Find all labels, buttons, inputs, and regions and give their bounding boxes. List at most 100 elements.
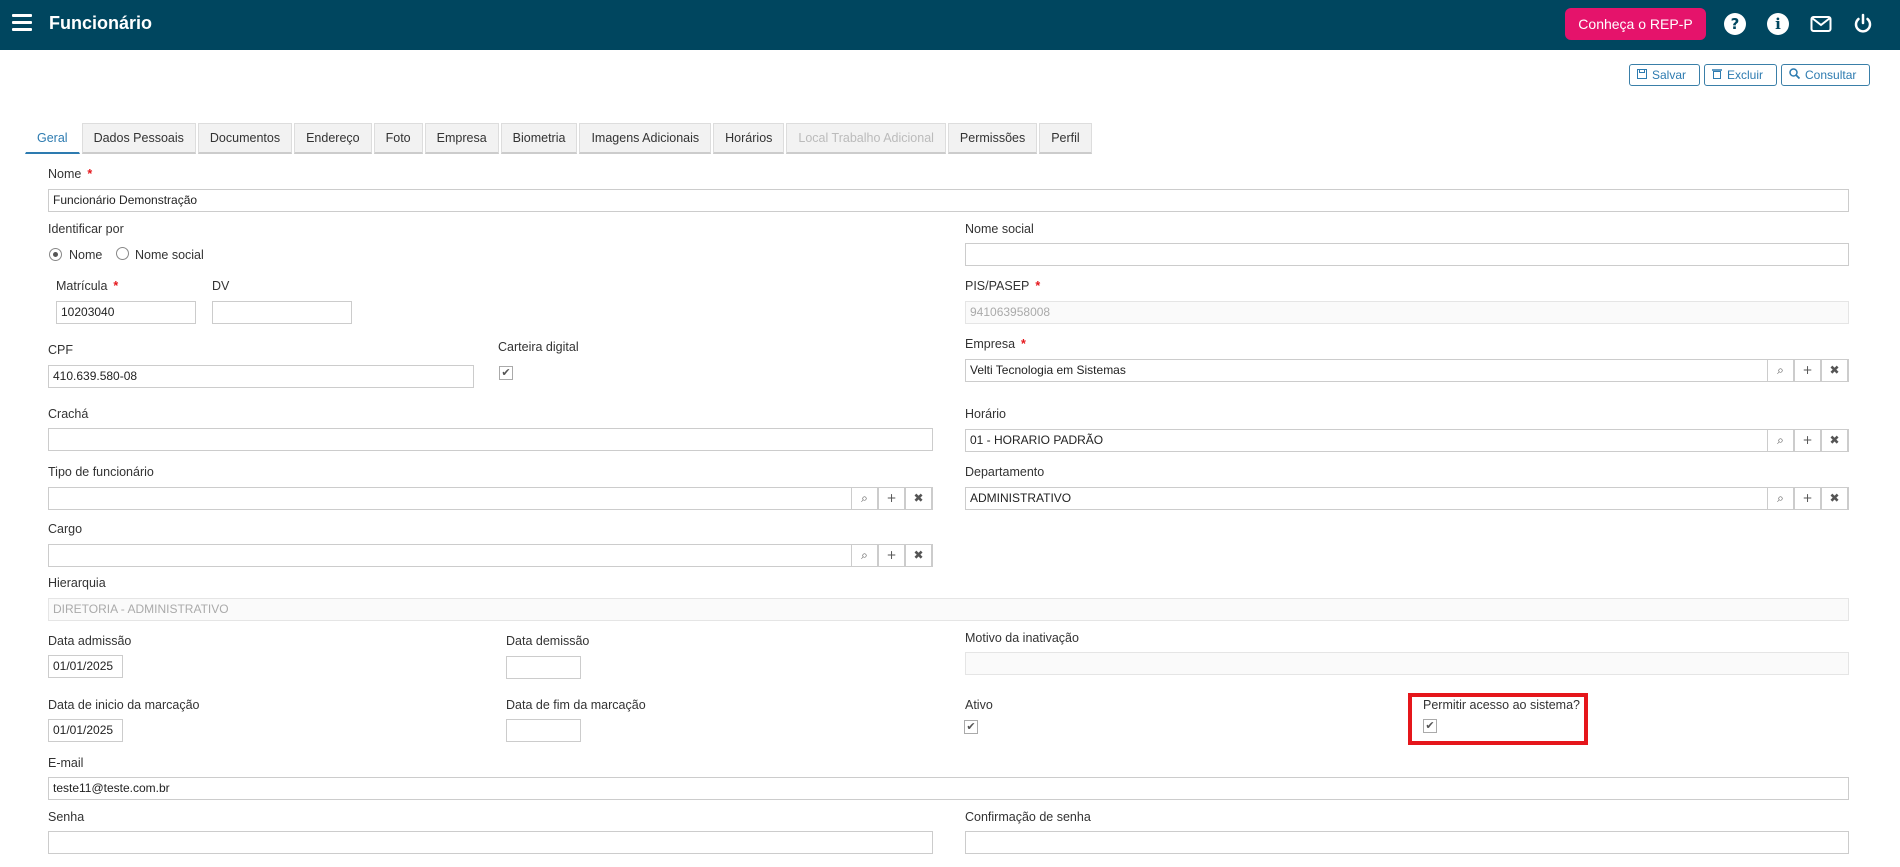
tab-permissoes[interactable]: Permissões	[947, 123, 1038, 154]
tab-dados-pessoais[interactable]: Dados Pessoais	[81, 123, 196, 154]
nome-social-field[interactable]	[965, 243, 1849, 266]
data-demissao-label: Data demissão	[506, 634, 590, 648]
floppy-icon	[1637, 68, 1647, 82]
plus-icon[interactable]: +	[878, 487, 905, 510]
search-button[interactable]: Consultar	[1781, 64, 1870, 86]
search-icon[interactable]: ⌕	[1767, 487, 1794, 510]
tab-geral[interactable]: Geral	[25, 123, 80, 154]
save-button[interactable]: Salvar	[1629, 64, 1700, 86]
top-bar: Funcionário Conheça o REP-P ? i	[0, 0, 1900, 50]
data-fim-marcacao-field[interactable]	[506, 719, 581, 742]
data-demissao-field[interactable]	[506, 656, 581, 679]
cargo-field[interactable]: ⌕ + ✖	[48, 544, 933, 567]
envelope-icon[interactable]	[1810, 13, 1832, 35]
radio-nome-social[interactable]	[116, 247, 129, 260]
tab-biometria[interactable]: Biometria	[500, 123, 578, 154]
nome-label: Nome *	[48, 167, 93, 181]
matricula-field[interactable]: 10203040	[56, 301, 196, 324]
hierarquia-field[interactable]: DIRETORIA - ADMINISTRATIVO	[48, 598, 1849, 621]
cracha-label: Crachá	[48, 407, 89, 421]
departamento-field[interactable]: ADMINISTRATIVO ⌕ + ✖	[965, 487, 1849, 510]
page-title: Funcionário	[49, 13, 152, 33]
close-icon[interactable]: ✖	[1821, 487, 1848, 510]
radio-nome[interactable]	[49, 248, 62, 261]
info-icon[interactable]: i	[1767, 13, 1789, 35]
tab-foto[interactable]: Foto	[373, 123, 423, 154]
hierarquia-label: Hierarquia	[48, 576, 106, 590]
plus-icon[interactable]: +	[1794, 429, 1821, 452]
identificar-por-label: Identificar por	[48, 222, 124, 236]
close-icon[interactable]: ✖	[905, 487, 932, 510]
nome-social-label: Nome social	[965, 222, 1034, 236]
tipo-funcionario-label: Tipo de funcionário	[48, 465, 154, 479]
plus-icon[interactable]: +	[1794, 487, 1821, 510]
ativo-checkbox[interactable]: ✔	[964, 720, 978, 734]
tab-endereco[interactable]: Endereço	[294, 123, 372, 154]
nome-field[interactable]: Funcionário Demonstração	[48, 189, 1849, 212]
senha-label: Senha	[48, 810, 85, 824]
delete-button[interactable]: Excluir	[1704, 64, 1777, 86]
save-label: Salvar	[1652, 68, 1687, 82]
search-icon[interactable]: ⌕	[851, 544, 878, 567]
tab-empresa[interactable]: Empresa	[424, 123, 499, 154]
highlight-box	[1408, 693, 1588, 745]
search-icon[interactable]: ⌕	[1767, 359, 1794, 382]
radio-nome-social-label: Nome social	[135, 248, 204, 262]
tab-local-trabalho-adicional: Local Trabalho Adicional	[786, 123, 946, 154]
motivo-inativacao-label: Motivo da inativação	[965, 631, 1079, 645]
departamento-value: ADMINISTRATIVO	[970, 491, 1072, 505]
data-admissao-label: Data admissão	[48, 634, 132, 648]
data-fim-marcacao-label: Data de fim da marcação	[506, 698, 646, 712]
tab-bar: Geral Dados Pessoais Documentos Endereço…	[25, 122, 1094, 154]
email-label: E-mail	[48, 756, 84, 770]
rep-p-button[interactable]: Conheça o REP-P	[1565, 8, 1706, 40]
pis-label: PIS/PASEP *	[965, 279, 1041, 293]
horario-value: 01 - HORARIO PADRÃO	[970, 433, 1104, 447]
hamburger-menu-icon[interactable]	[12, 14, 32, 32]
dv-label: DV	[212, 279, 230, 293]
matricula-label: Matrícula *	[56, 279, 119, 293]
confirmacao-senha-field[interactable]	[965, 831, 1849, 854]
radio-nome-label: Nome	[69, 248, 103, 262]
plus-icon[interactable]: +	[1794, 359, 1821, 382]
close-icon[interactable]: ✖	[905, 544, 932, 567]
email-field[interactable]: teste11@teste.com.br	[48, 777, 1849, 800]
close-icon[interactable]: ✖	[1821, 359, 1848, 382]
senha-field[interactable]	[48, 831, 933, 854]
tipo-funcionario-field[interactable]: ⌕ + ✖	[48, 487, 933, 510]
data-admissao-field[interactable]: 01/01/2025	[48, 655, 123, 678]
pis-field[interactable]: 941063958008	[965, 301, 1849, 324]
question-icon[interactable]: ?	[1724, 13, 1746, 35]
ativo-label: Ativo	[965, 698, 993, 712]
search-icon	[1789, 68, 1801, 82]
departamento-label: Departamento	[965, 465, 1045, 479]
tab-imagens-adicionais[interactable]: Imagens Adicionais	[579, 123, 712, 154]
power-icon[interactable]	[1852, 13, 1874, 35]
plus-icon[interactable]: +	[878, 544, 905, 567]
cracha-field[interactable]	[48, 428, 933, 451]
search-icon[interactable]: ⌕	[1767, 429, 1794, 452]
data-inicio-marcacao-field[interactable]: 01/01/2025	[48, 719, 123, 742]
tab-horarios[interactable]: Horários	[713, 123, 785, 154]
cpf-label: CPF	[48, 343, 73, 357]
delete-label: Excluir	[1727, 68, 1764, 82]
trash-icon	[1712, 68, 1722, 82]
carteira-digital-label: Carteira digital	[498, 340, 579, 354]
dv-field[interactable]	[212, 301, 352, 324]
search-label: Consultar	[1805, 68, 1857, 82]
tab-documentos[interactable]: Documentos	[197, 123, 293, 154]
tab-perfil[interactable]: Perfil	[1039, 123, 1092, 154]
motivo-inativacao-field[interactable]	[965, 652, 1849, 675]
cpf-field[interactable]: 410.639.580-08	[48, 365, 474, 388]
horario-field[interactable]: 01 - HORARIO PADRÃO ⌕ + ✖	[965, 429, 1849, 452]
close-icon[interactable]: ✖	[1821, 429, 1848, 452]
empresa-label: Empresa *	[965, 337, 1026, 351]
empresa-field[interactable]: Velti Tecnologia em Sistemas ⌕ + ✖	[965, 359, 1849, 382]
horario-label: Horário	[965, 407, 1006, 421]
cargo-label: Cargo	[48, 522, 83, 536]
carteira-digital-checkbox[interactable]: ✔	[499, 366, 513, 380]
confirmacao-senha-label: Confirmação de senha	[965, 810, 1091, 824]
search-icon[interactable]: ⌕	[851, 487, 878, 510]
data-inicio-marcacao-label: Data de inicio da marcação	[48, 698, 200, 712]
empresa-value: Velti Tecnologia em Sistemas	[970, 363, 1126, 377]
